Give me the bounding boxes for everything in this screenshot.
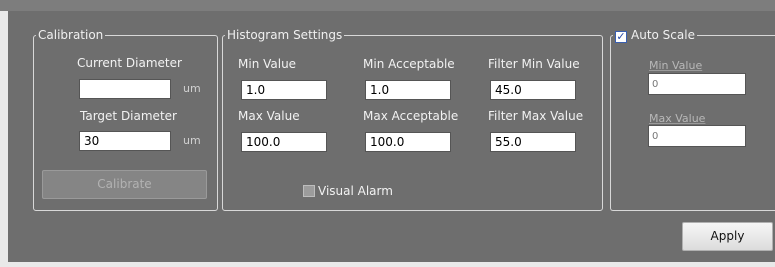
max-value-field[interactable] — [241, 132, 327, 152]
max-acceptable-label: Max Acceptable — [363, 109, 459, 123]
current-diameter-unit: um — [183, 82, 201, 95]
auto-scale-min-field[interactable] — [648, 73, 746, 95]
apply-button-label: Apply — [710, 229, 745, 243]
auto-scale-checkbox[interactable]: ✓ — [615, 31, 627, 43]
auto-scale-label: Auto Scale — [631, 28, 695, 42]
calibrate-button-label: Calibrate — [97, 177, 152, 191]
auto-scale-max-field[interactable] — [648, 125, 746, 147]
max-value-label: Max Value — [238, 109, 300, 123]
filter-min-field[interactable] — [490, 80, 576, 100]
target-diameter-unit: um — [183, 134, 201, 147]
visual-alarm-label: Visual Alarm — [318, 184, 393, 198]
max-acceptable-field[interactable] — [365, 132, 451, 152]
min-value-label: Min Value — [238, 57, 297, 71]
auto-scale-max-label: Max Value — [649, 112, 706, 125]
min-acceptable-label: Min Acceptable — [363, 57, 455, 71]
auto-scale-min-label: Min Value — [649, 59, 703, 72]
settings-panel: Calibration Current Diameter um Target D… — [8, 11, 775, 262]
top-bar — [0, 0, 775, 11]
target-diameter-field[interactable] — [79, 131, 171, 151]
filter-max-label: Filter Max Value — [488, 109, 584, 123]
visual-alarm-checkbox[interactable] — [303, 185, 315, 197]
current-diameter-label: Current Diameter — [77, 56, 182, 70]
filter-max-field[interactable] — [490, 132, 576, 152]
histogram-settings-legend: Histogram Settings — [227, 28, 343, 42]
apply-button[interactable]: Apply — [682, 222, 773, 251]
checkmark-icon: ✓ — [616, 30, 626, 43]
calibration-legend: Calibration — [38, 28, 104, 42]
filter-min-label: Filter Min Value — [488, 57, 580, 71]
target-diameter-label: Target Diameter — [80, 109, 177, 123]
calibrate-button[interactable]: Calibrate — [42, 170, 207, 199]
current-diameter-field[interactable] — [79, 79, 171, 99]
min-acceptable-field[interactable] — [365, 80, 451, 100]
min-value-field[interactable] — [241, 80, 327, 100]
auto-scale-legend: ✓ Auto Scale — [613, 28, 697, 43]
bottom-strip — [0, 262, 775, 267]
